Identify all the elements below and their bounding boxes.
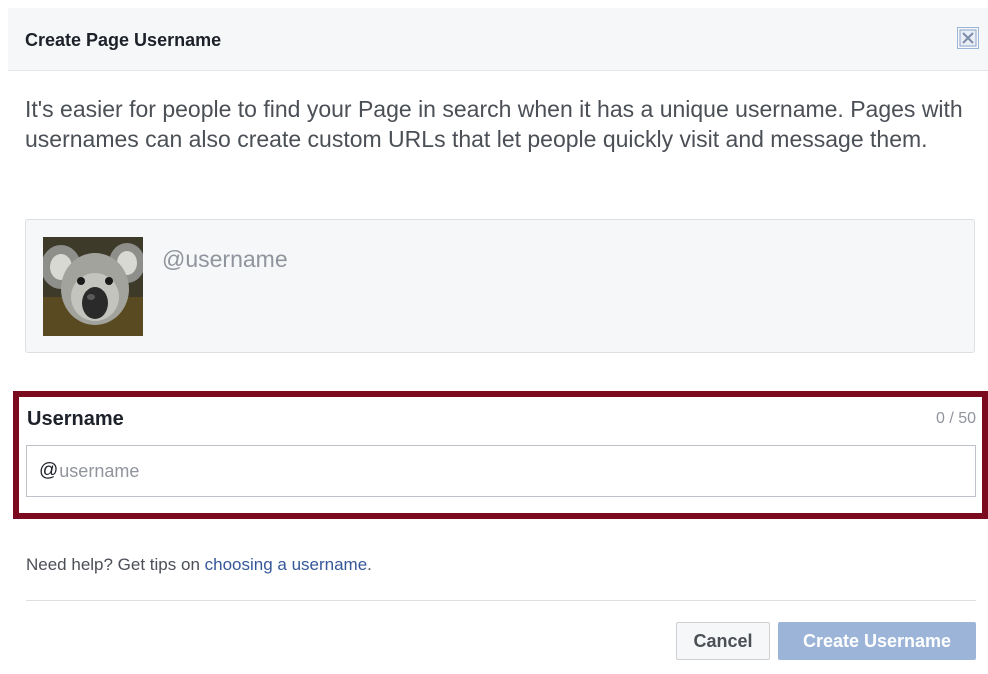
username-input-container[interactable]: @	[26, 445, 976, 497]
username-preview: @username	[25, 219, 975, 353]
avatar	[43, 237, 143, 336]
help-text-prefix: Need help? Get tips on	[26, 555, 205, 574]
choosing-username-link[interactable]: choosing a username	[205, 555, 368, 574]
username-input[interactable]	[58, 451, 975, 491]
create-username-button[interactable]: Create Username	[778, 622, 976, 660]
help-text-suffix: .	[367, 555, 372, 574]
close-button[interactable]	[957, 27, 979, 49]
dialog-header: Create Page Username	[8, 8, 988, 71]
cancel-button[interactable]: Cancel	[676, 622, 770, 660]
help-text: Need help? Get tips on choosing a userna…	[26, 555, 372, 575]
footer-divider	[26, 600, 976, 601]
character-counter: 0 / 50	[935, 410, 976, 427]
create-username-dialog: Create Page Username It's easier for peo…	[0, 0, 988, 674]
dialog-description: It's easier for people to find your Page…	[25, 96, 963, 152]
koala-avatar-image	[43, 237, 143, 336]
dialog-title: Create Page Username	[25, 30, 222, 50]
at-prefix: @	[39, 460, 59, 481]
close-icon	[959, 29, 977, 47]
preview-username: @username	[162, 246, 288, 272]
username-label: Username	[27, 408, 124, 430]
